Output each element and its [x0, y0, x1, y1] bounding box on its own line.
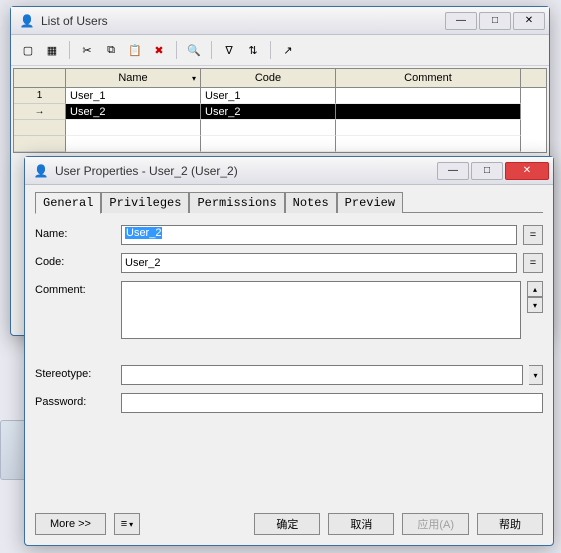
code-sync-button[interactable]: = — [523, 253, 543, 273]
col-code[interactable]: Code — [201, 69, 336, 87]
tab-preview[interactable]: Preview — [337, 192, 403, 213]
delete-icon[interactable]: ✖ — [148, 39, 170, 61]
table-row-empty[interactable] — [14, 120, 546, 136]
grid-header: Name ▾ Code Comment — [14, 69, 546, 88]
code-input[interactable] — [121, 253, 517, 273]
list-window-title: List of Users — [41, 14, 445, 28]
table-row[interactable]: → User_2 User_2 — [14, 104, 546, 120]
col-name[interactable]: Name ▾ — [66, 69, 201, 87]
dialog-titlebar: 👤 User Properties - User_2 (User_2) — □ … — [25, 157, 553, 185]
code-label: Code: — [35, 253, 115, 268]
new-icon[interactable]: ▢ — [17, 39, 39, 61]
row-index: 1 — [14, 88, 66, 104]
password-input[interactable] — [121, 393, 543, 413]
cell-name[interactable]: User_2 — [66, 104, 201, 120]
list-titlebar: 👤 List of Users — □ ✕ — [11, 7, 549, 35]
maximize-button[interactable]: □ — [479, 12, 511, 30]
help-button[interactable]: 帮助 — [477, 513, 543, 535]
scroll-down-icon[interactable]: ▾ — [527, 297, 543, 313]
tab-general[interactable]: General — [35, 192, 101, 214]
stereotype-label: Stereotype: — [35, 365, 115, 380]
menu-button[interactable]: ≡ ▾ — [114, 513, 140, 535]
find-icon[interactable]: 🔍 — [183, 39, 205, 61]
tab-permissions[interactable]: Permissions — [189, 192, 284, 213]
stereotype-input[interactable] — [121, 365, 523, 385]
cancel-button[interactable]: 取消 — [328, 513, 394, 535]
table-row[interactable]: 1 User_1 User_1 — [14, 88, 546, 104]
name-label: Name: — [35, 225, 115, 240]
dialog-title: User Properties - User_2 (User_2) — [55, 164, 437, 178]
cell-code[interactable]: User_1 — [201, 88, 336, 104]
chevron-down-icon: ▾ — [129, 520, 133, 529]
user-properties-dialog: 👤 User Properties - User_2 (User_2) — □ … — [24, 156, 554, 546]
dialog-body: General Privileges Permissions Notes Pre… — [25, 185, 553, 431]
export-icon[interactable]: ↗ — [277, 39, 299, 61]
menu-icon: ≡ — [121, 518, 127, 530]
close-button[interactable]: ✕ — [505, 162, 549, 180]
cell-name[interactable]: User_1 — [66, 88, 201, 104]
name-sync-button[interactable]: = — [523, 225, 543, 245]
filter-icon[interactable]: ∇ — [218, 39, 240, 61]
table-row-empty[interactable] — [14, 136, 546, 152]
user-icon: 👤 — [33, 163, 49, 179]
tab-privileges[interactable]: Privileges — [101, 192, 189, 213]
current-row-icon: → — [14, 104, 66, 120]
comment-label: Comment: — [35, 281, 115, 296]
ok-button[interactable]: 确定 — [254, 513, 320, 535]
stereotype-dropdown-icon[interactable]: ▾ — [529, 365, 543, 385]
tab-notes[interactable]: Notes — [285, 192, 337, 213]
tab-strip: General Privileges Permissions Notes Pre… — [35, 191, 543, 213]
cut-icon[interactable]: ✂ — [76, 39, 98, 61]
row-header-corner — [14, 69, 66, 87]
dialog-button-row: More >> ≡ ▾ 确定 取消 应用(A) 帮助 — [35, 513, 543, 535]
cell-comment[interactable] — [336, 104, 521, 120]
name-input[interactable]: User_2 — [121, 225, 517, 245]
password-label: Password: — [35, 393, 115, 408]
scroll-up-icon[interactable]: ▴ — [527, 281, 543, 297]
grid-icon[interactable]: ▦ — [41, 39, 63, 61]
more-button[interactable]: More >> — [35, 513, 106, 535]
sort-icon[interactable]: ⇅ — [242, 39, 264, 61]
paste-icon[interactable]: 📋 — [124, 39, 146, 61]
comment-input[interactable] — [121, 281, 521, 339]
minimize-button[interactable]: — — [445, 12, 477, 30]
comment-scrollbar[interactable]: ▴ ▾ — [527, 281, 543, 313]
apply-button[interactable]: 应用(A) — [402, 513, 469, 535]
cell-code[interactable]: User_2 — [201, 104, 336, 120]
users-grid: Name ▾ Code Comment 1 User_1 User_1 → Us… — [13, 68, 547, 153]
minimize-button[interactable]: — — [437, 162, 469, 180]
sort-indicator-icon: ▾ — [192, 74, 196, 83]
col-comment[interactable]: Comment — [336, 69, 521, 87]
maximize-button[interactable]: □ — [471, 162, 503, 180]
list-toolbar: ▢ ▦ ✂ ⧉ 📋 ✖ 🔍 ∇ ⇅ ↗ — [11, 35, 549, 66]
copy-icon[interactable]: ⧉ — [100, 39, 122, 61]
cell-comment[interactable] — [336, 88, 521, 104]
user-icon: 👤 — [19, 13, 35, 29]
close-button[interactable]: ✕ — [513, 12, 545, 30]
